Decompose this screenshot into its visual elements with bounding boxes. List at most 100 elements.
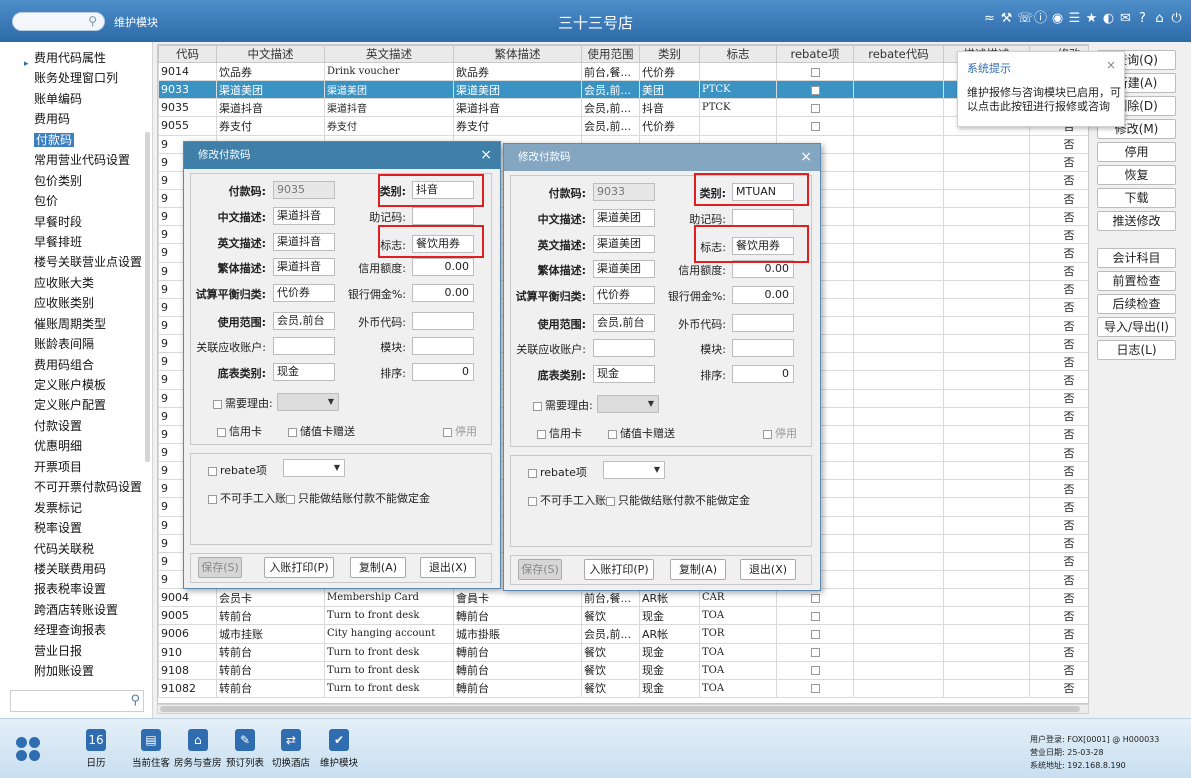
credit-card-checkbox[interactable]: 信用卡 [537, 425, 582, 441]
column-header[interactable]: 类别 [639, 45, 700, 63]
sidebar-item[interactable]: 包价 [0, 191, 150, 211]
sort-order-field[interactable]: 0 [412, 363, 474, 381]
action-button[interactable]: 会计科目 [1097, 248, 1176, 268]
action-button[interactable]: 推送修改 [1097, 211, 1176, 231]
sidebar-item[interactable]: 早餐时段 [0, 212, 150, 232]
question-icon[interactable]: ? [1136, 11, 1149, 27]
rebate-checkbox[interactable] [810, 67, 820, 77]
rebate-checkbox-box[interactable] [528, 468, 537, 478]
sidebar-item[interactable]: 常用营业代码设置 [0, 150, 150, 170]
stored-value-gift-checkbox[interactable]: 储值卡赠送 [608, 425, 675, 441]
sidebar-item[interactable]: 账务处理窗口列 [0, 68, 150, 88]
sidebar-item[interactable]: 附加账设置 [0, 661, 150, 681]
taskbar-item[interactable]: 16 日历 [86, 729, 106, 769]
sidebar-search-input[interactable]: ⚲ [10, 690, 144, 712]
usage-scope-select[interactable]: 会员,前台 [593, 314, 655, 332]
sidebar-item[interactable]: 账龄表间隔 [0, 334, 150, 354]
bank-commission-field[interactable]: 0.00 [732, 286, 794, 304]
sidebar-item[interactable]: 开票项目 [0, 457, 150, 477]
sidebar-item[interactable]: 税率设置 [0, 518, 150, 538]
column-header[interactable]: 中文描述 [216, 45, 325, 63]
rebate-checkbox[interactable] [810, 629, 820, 639]
disable-checkbox-box[interactable] [443, 427, 452, 437]
reason-select[interactable]: ▼ [277, 393, 339, 411]
mnemonic-field[interactable] [412, 207, 474, 225]
credit-card-checkbox[interactable]: 信用卡 [217, 423, 262, 439]
sidebar-item[interactable]: ▸ 费用代码属性 [0, 48, 150, 69]
action-button[interactable]: 恢复 [1097, 165, 1176, 185]
sidebar-item[interactable]: 应收账类别 [0, 293, 150, 313]
rebate-checkbox[interactable]: rebate项 [528, 464, 587, 480]
sidebar-item[interactable]: 包价类别 [0, 171, 150, 191]
dialog-button[interactable]: 退出(X) [740, 559, 796, 580]
report-category-select[interactable]: 现金 [593, 365, 655, 383]
sidebar-item[interactable]: 经理查询报表 [0, 620, 150, 640]
chinese-desc-field[interactable]: 渠道抖音 [273, 207, 335, 225]
column-header[interactable]: 标志 [699, 45, 777, 63]
power-icon[interactable]: ⏻ [1170, 11, 1183, 27]
sidebar-item[interactable]: 不可开票付款码设置 [0, 477, 150, 497]
table-row[interactable]: 9005 转前台 Turn to front desk 轉前台 餐饮 现金 TOA 否 [158, 606, 1088, 626]
sidebar-scrollbar[interactable] [145, 132, 150, 462]
sidebar-item[interactable]: 跨酒店转账设置 [0, 600, 150, 620]
credit-card-checkbox-box[interactable] [537, 429, 546, 439]
sidebar-item[interactable]: 账单编码 [0, 89, 150, 109]
disable-checkbox-box[interactable] [763, 429, 772, 439]
need-reason-checkbox[interactable]: 需要理由: [213, 395, 273, 411]
wifi-icon[interactable]: ≈ [983, 11, 996, 27]
no-manual-posting-checkbox-box[interactable] [208, 494, 217, 504]
sidebar-item[interactable]: 楼关联费用码 [0, 559, 150, 579]
table-row[interactable]: 9014饮品券Drink voucher飲品券前台,餐...代价券否 [158, 61, 1088, 82]
table-row[interactable]: 91082 转前台 Turn to front desk 轉前台 餐饮 现金 TOA 否 [158, 678, 1088, 698]
settle-only-checkbox-box[interactable] [286, 494, 295, 504]
home-icon[interactable]: ⌂ [1153, 11, 1166, 27]
sidebar-item[interactable]: 报表税率设置 [0, 579, 150, 599]
menu-icon[interactable]: ☰ [1068, 11, 1081, 27]
settle-only-checkbox[interactable]: 只能做结账付款不能做定金 [606, 492, 750, 508]
rebate-select[interactable]: ▼ [283, 459, 345, 477]
sidebar-item[interactable]: 催账周期类型 [0, 314, 150, 334]
sidebar-item[interactable]: 早餐排班 [0, 232, 150, 252]
column-header[interactable]: rebate项 [776, 45, 854, 63]
credit-limit-field[interactable]: 0.00 [412, 258, 474, 276]
action-button[interactable]: 下载 [1097, 188, 1176, 208]
rebate-checkbox[interactable] [810, 648, 820, 658]
palette-icon[interactable]: ◉ [1051, 11, 1064, 27]
rebate-checkbox[interactable] [810, 684, 820, 694]
rebate-checkbox[interactable] [810, 666, 820, 676]
taskbar-item[interactable]: ⇄ 切换酒店 [272, 729, 310, 769]
trial-balance-select[interactable]: 代价券 [593, 286, 655, 304]
table-row[interactable]: 9033渠道美团渠道美团渠道美团会员,前...美团PTCK否 [158, 80, 1088, 100]
module-select[interactable] [412, 337, 474, 355]
column-header[interactable]: rebate代码 [853, 45, 944, 63]
dialog-button[interactable]: 退出(X) [420, 557, 476, 578]
table-horizontal-scrollbar[interactable] [157, 704, 1089, 714]
mail-icon[interactable]: ✉ [1119, 11, 1132, 27]
dialog-button[interactable]: 复制(A) [350, 557, 406, 578]
report-category-select[interactable]: 现金 [273, 363, 335, 381]
column-header[interactable]: 繁体描述 [453, 45, 582, 63]
close-icon[interactable]: × [1106, 58, 1116, 72]
taskbar-item[interactable]: ✔ 维护模块 [320, 729, 358, 769]
sort-order-field[interactable]: 0 [732, 365, 794, 383]
sidebar-item[interactable]: 付款设置 [0, 416, 150, 436]
star-icon[interactable]: ★ [1085, 11, 1098, 27]
sidebar-item[interactable]: 定义账户配置 [0, 395, 150, 415]
tools-icon[interactable]: ⚒ [1000, 11, 1013, 27]
trial-balance-select[interactable]: 代价券 [273, 284, 335, 302]
action-button[interactable]: 日志(L) [1097, 340, 1176, 360]
taskbar-item[interactable]: ⌂ 房务与查房 [174, 729, 222, 769]
action-button[interactable]: 前置检查 [1097, 271, 1176, 291]
rebate-checkbox[interactable]: rebate项 [208, 462, 267, 478]
table-row[interactable]: 910 转前台 Turn to front desk 轉前台 餐饮 现金 TOA 否 [158, 642, 1088, 662]
traditional-desc-field[interactable]: 渠道抖音 [273, 258, 335, 276]
traditional-desc-field[interactable]: 渠道美团 [593, 260, 655, 278]
credit-card-checkbox-box[interactable] [217, 427, 226, 437]
module-select[interactable] [732, 339, 794, 357]
no-manual-posting-checkbox-box[interactable] [528, 496, 537, 506]
ar-account-select[interactable] [593, 339, 655, 357]
sidebar-item[interactable]: 优惠明细 [0, 436, 150, 456]
rebate-checkbox[interactable] [810, 103, 820, 113]
sidebar-item[interactable]: 代码关联税 [0, 539, 150, 559]
column-header[interactable]: 使用范围 [581, 45, 640, 63]
